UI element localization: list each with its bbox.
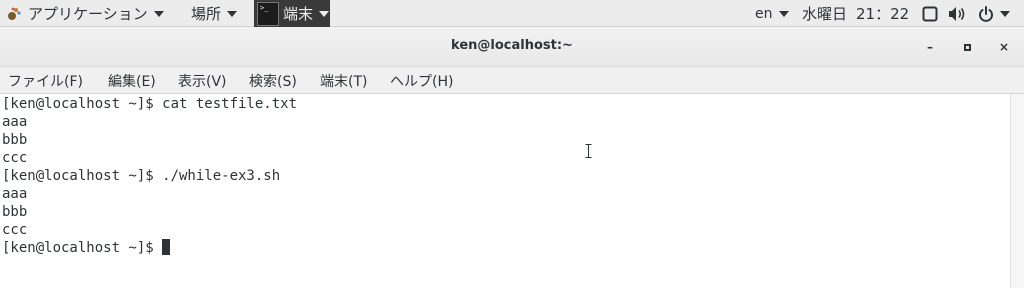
window-switch-icon[interactable] <box>922 0 938 27</box>
terminal-app-menu[interactable]: 端末 <box>254 0 330 27</box>
maximize-icon <box>963 43 971 51</box>
terminal-line: ccc <box>2 150 28 166</box>
chevron-down-icon <box>227 10 238 17</box>
maximize-button[interactable] <box>955 35 979 59</box>
terminal-app-label: 端末 <box>283 5 314 23</box>
minimize-button[interactable]: – <box>918 35 942 59</box>
top-bar: アプリケーション 場所 端末 en 水曜日 21：22 <box>0 0 1024 27</box>
chevron-down-icon <box>778 10 789 17</box>
text-cursor <box>162 239 171 255</box>
system-menu[interactable] <box>978 0 1010 27</box>
terminal-line: aaa <box>2 114 28 130</box>
applications-menu[interactable]: アプリケーション <box>6 0 164 27</box>
applications-label: アプリケーション <box>28 5 148 23</box>
terminal-line: [ken@localhost ~]$ cat testfile.txt <box>2 96 298 112</box>
language-label: en <box>755 5 773 22</box>
terminal-prompt: [ken@localhost ~]$ <box>2 240 163 256</box>
terminal-prompt-line: [ken@localhost ~]$ <box>2 239 171 257</box>
window-title: ken@localhost:~ <box>451 38 573 53</box>
terminal-line: bbb <box>2 204 28 220</box>
menu-search[interactable]: 検索(S) <box>249 71 297 91</box>
ibeam-cursor-icon <box>585 144 592 158</box>
power-icon <box>978 5 994 22</box>
places-menu[interactable]: 場所 <box>191 0 238 27</box>
terminal-line: [ken@localhost ~]$ ./while-ex3.sh <box>2 168 281 184</box>
clock[interactable]: 水曜日 21：22 <box>802 0 909 27</box>
window-title-bar[interactable]: ken@localhost:~ – × <box>0 27 1024 67</box>
chevron-down-icon <box>319 10 330 17</box>
volume-icon[interactable] <box>948 0 966 27</box>
gnome-foot-icon <box>6 6 22 22</box>
input-method-menu[interactable]: en <box>755 0 789 27</box>
clock-day: 水曜日 <box>802 5 848 23</box>
clock-time: 21：22 <box>856 5 910 23</box>
chevron-down-icon <box>153 10 164 17</box>
terminal-icon <box>257 1 279 26</box>
menu-terminal[interactable]: 端末(T) <box>320 71 367 91</box>
terminal-output[interactable]: [ken@localhost ~]$ cat testfile.txt aaa … <box>0 94 1010 288</box>
menu-bar: ファイル(F) 編集(E) 表示(V) 検索(S) 端末(T) ヘルプ(H) <box>0 67 1024 94</box>
terminal-line: aaa <box>2 186 28 202</box>
menu-edit[interactable]: 編集(E) <box>108 71 156 91</box>
terminal-scrollbar[interactable] <box>1010 94 1024 288</box>
menu-help[interactable]: ヘルプ(H) <box>390 71 453 91</box>
places-label: 場所 <box>191 5 222 23</box>
menu-file[interactable]: ファイル(F) <box>8 71 83 91</box>
close-button[interactable]: × <box>992 35 1016 59</box>
menu-view[interactable]: 表示(V) <box>178 71 227 91</box>
chevron-down-icon <box>1000 10 1010 17</box>
terminal-line: ccc <box>2 222 28 238</box>
terminal-line: bbb <box>2 132 28 148</box>
